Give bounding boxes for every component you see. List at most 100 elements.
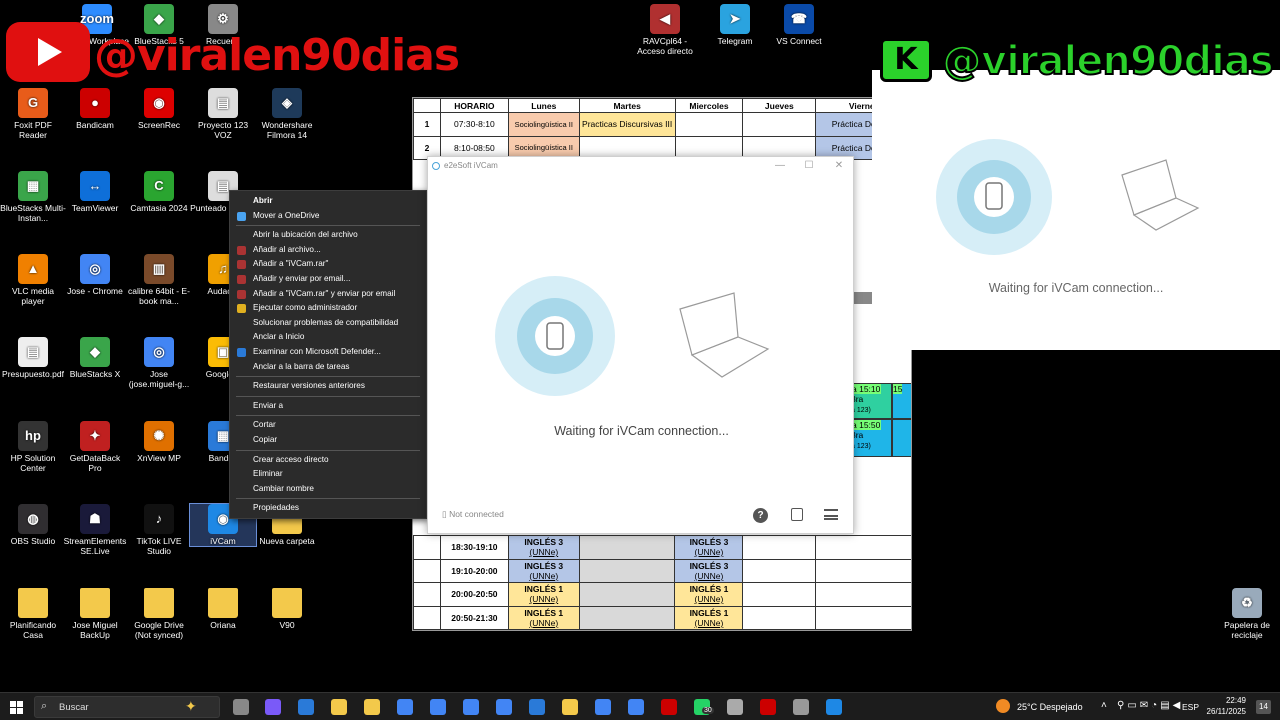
chrome-icon[interactable] [628, 699, 644, 715]
watermark-handle-2: @viralen90dias [941, 37, 1275, 85]
course-name: INGLÉS 3 [524, 537, 564, 548]
notification-badge[interactable]: 14 [1256, 700, 1271, 714]
menu-item[interactable]: Añadir y enviar por email... [230, 272, 426, 287]
obs-icon: ◍ [18, 504, 48, 534]
desktop-icon[interactable]: ☗ StreamElements SE.Live [62, 504, 128, 556]
chrome-icon[interactable] [463, 699, 479, 715]
sticky-notes-icon[interactable] [562, 699, 578, 715]
course-name: INGLÉS 3 [689, 537, 729, 548]
chrome-icon[interactable] [397, 699, 413, 715]
desktop-icon[interactable]: ▤ Proyecto 123 VOZ [190, 88, 256, 140]
menu-item-label: Añadir a "iVCam.rar" y enviar por email [253, 288, 396, 298]
desktop-icon[interactable]: Oriana [190, 588, 256, 630]
desktop-icon[interactable]: hp HP Solution Center [0, 421, 66, 473]
tray-chevron-icon[interactable]: ˄ [1101, 700, 1107, 711]
clock[interactable]: 22:49 26/11/2025 [1200, 695, 1246, 717]
language-indicator[interactable]: ESP [1182, 702, 1199, 712]
desktop-icon[interactable]: ◍ OBS Studio [0, 504, 66, 546]
desktop-icon[interactable]: ▤ Presupuesto.pdf [0, 337, 66, 379]
desktop-icon[interactable]: ● Bandicam [62, 88, 128, 130]
desktop-icon[interactable]: ♻ Papelera de reciclaje [1214, 588, 1280, 640]
desktop-icon[interactable]: ▦ BlueStacks Multi-Instan... [0, 171, 66, 223]
desktop-icon[interactable]: ↔ TeamViewer [62, 171, 128, 213]
menu-item[interactable]: Examinar con Microsoft Defender... [230, 345, 426, 360]
menu-item[interactable]: Abrir [230, 194, 426, 209]
menu-icon[interactable] [824, 509, 838, 520]
desktop-icon[interactable]: ◉ ScreenRec [126, 88, 192, 130]
taskview-icon[interactable] [233, 699, 249, 715]
tray-icons[interactable]: ⚲▭✉◔▤◀ [1117, 700, 1183, 711]
chrome-icon[interactable] [496, 699, 512, 715]
menu-separator [236, 498, 420, 500]
menu-item[interactable]: Añadir al archivo... [230, 243, 426, 258]
course-name: INGLÉS 1 [524, 607, 564, 618]
vlc-icon: ▲ [18, 254, 48, 284]
menu-item[interactable]: Anclar a Inicio [230, 330, 426, 345]
help-icon[interactable]: ? [753, 508, 768, 523]
desktop-icon[interactable]: ◎ Jose - Chrome [62, 254, 128, 296]
menu-item[interactable]: Propiedades [230, 501, 426, 516]
menu-item[interactable]: Restaurar versiones anteriores [230, 379, 426, 394]
video-icon[interactable] [661, 699, 677, 715]
desktop-icon[interactable]: Planificando Casa [0, 588, 66, 640]
menu-item[interactable]: Eliminar [230, 467, 426, 482]
menu-item[interactable]: Añadir a "iVCam.rar" y enviar por email [230, 287, 426, 302]
chrome-jose-icon: ◎ [144, 337, 174, 367]
row-index: 1 [413, 112, 441, 137]
laptop-icon [679, 292, 770, 378]
menu-item[interactable]: Cambiar nombre [230, 482, 426, 497]
explorer-icon[interactable] [331, 699, 347, 715]
desktop-icon[interactable]: Jose Miguel BackUp [62, 588, 128, 640]
menu-item[interactable]: Solucionar problemas de compatibilidad [230, 316, 426, 331]
desktop-icon[interactable]: ➤ Telegram [702, 4, 768, 46]
cast-icon[interactable] [791, 508, 803, 521]
desktop-icon[interactable]: ✦ GetDataBack Pro [62, 421, 128, 473]
desktop-icon[interactable]: ♪ TikTok LIVE Studio [126, 504, 192, 556]
desktop-icon[interactable]: Google Drive (Not synced) [126, 588, 192, 640]
menu-item-label: Restaurar versiones anteriores [253, 381, 365, 391]
hp-icon: hp [18, 421, 48, 451]
menu-item[interactable]: Ejecutar como administrador [230, 301, 426, 316]
vsconnect-icon: ☎ [784, 4, 814, 34]
acrobat-icon[interactable] [364, 699, 380, 715]
desktop-icon[interactable]: ◆ BlueStacks X [62, 337, 128, 379]
desktop-icon[interactable]: V90 [254, 588, 320, 630]
menu-item[interactable]: Anclar a la barra de tareas [230, 360, 426, 375]
desktop-icon[interactable]: ▥ calibre 64bit - E-book ma... [126, 254, 192, 306]
menu-item[interactable]: Abrir la ubicación del archivo [230, 228, 426, 243]
outlook-icon[interactable] [529, 699, 545, 715]
desktop-icon[interactable]: ▲ VLC media player [0, 254, 66, 306]
desktop-icon[interactable]: G Foxit PDF Reader [0, 88, 66, 140]
start-button[interactable] [10, 701, 23, 714]
menu-item[interactable]: Añadir a "iVCam.rar" [230, 257, 426, 272]
menu-item[interactable]: Copiar [230, 433, 426, 448]
menu-item-label: Propiedades [253, 503, 299, 513]
ivcam-titlebar: e2eSoft iVCam — ☐ ✕ [428, 157, 853, 174]
menu-item[interactable]: Cortar [230, 418, 426, 433]
desktop-icon[interactable]: ✺ XnView MP [126, 421, 192, 463]
desktop-icon[interactable]: C Camtasia 2024 [126, 171, 192, 213]
app-icon[interactable] [793, 699, 809, 715]
header-index [413, 98, 441, 113]
ivcam-icon[interactable] [826, 699, 842, 715]
desktop-icon[interactable]: ◎ Jose (jose.miguel-g... [126, 337, 192, 389]
menu-item[interactable]: Mover a OneDrive [230, 209, 426, 224]
minimize-button[interactable]: — [765, 157, 795, 174]
chrome-icon[interactable] [595, 699, 611, 715]
menu-item[interactable]: Crear acceso directo [230, 453, 426, 468]
maximize-button[interactable]: ☐ [794, 157, 824, 174]
desktop-icon[interactable]: ◀ RAVCpl64 - Acceso directo [632, 4, 698, 56]
search-box[interactable]: ⌕ Buscar ✦ [34, 696, 220, 718]
close-button[interactable]: ✕ [824, 157, 854, 174]
desktop-icon[interactable]: ☎ VS Connect [766, 4, 832, 46]
copilot-icon[interactable] [265, 699, 281, 715]
cell-jueves [742, 605, 817, 630]
chrome-icon[interactable] [430, 699, 446, 715]
desktop-icon-label: iVCam [210, 536, 236, 546]
desktop-icon[interactable]: ◈ Wondershare Filmora 14 [254, 88, 320, 140]
menu-item[interactable]: Enviar a [230, 399, 426, 414]
mail-icon[interactable] [298, 699, 314, 715]
mic-icon[interactable] [727, 699, 743, 715]
bandicam-icon[interactable] [760, 699, 776, 715]
search-icon: ⌕ [41, 700, 48, 712]
